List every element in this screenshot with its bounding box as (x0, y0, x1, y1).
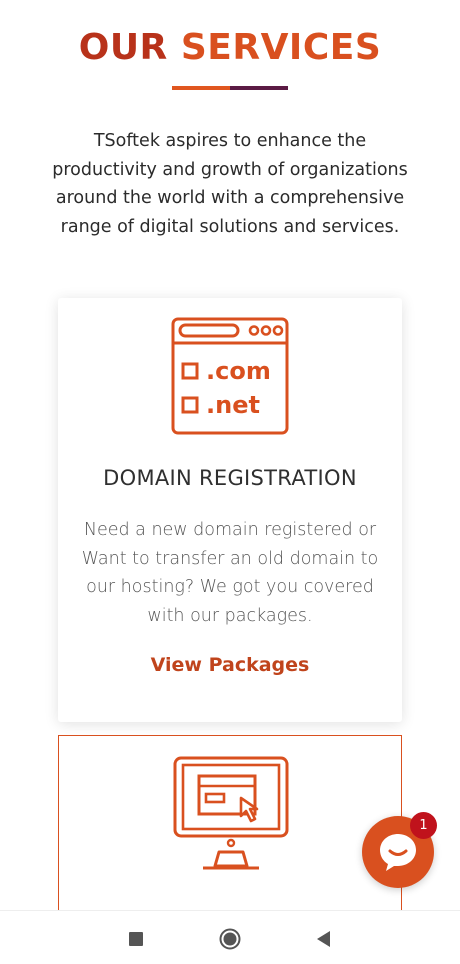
square-icon (129, 932, 143, 946)
view-packages-link[interactable]: View Packages (58, 654, 402, 676)
section-title-part2: SERVICES (180, 27, 382, 68)
domain-browser-icon: .com .net (170, 316, 290, 436)
icon-text-net: .net (206, 391, 260, 419)
section-intro: TSoftek aspires to enhance the productiv… (52, 131, 408, 237)
section-title: OUR SERVICES (0, 26, 460, 70)
monitor-click-icon (171, 754, 291, 874)
chat-notification-badge: 1 (410, 812, 437, 839)
section-title-part1: OUR (78, 27, 168, 68)
service-card-web-hosting (58, 735, 402, 935)
home-button[interactable] (218, 927, 242, 951)
system-navigation-bar (0, 910, 460, 964)
title-divider (172, 86, 288, 90)
chat-bubble-icon (380, 834, 416, 871)
triangle-back-icon (317, 931, 330, 947)
icon-text-com: .com (206, 357, 271, 385)
service-card-domain-registration: .com .net DOMAIN REGISTRATION Need a new… (58, 298, 402, 722)
card-description: Need a new domain registered or Want to … (81, 520, 379, 626)
recents-button[interactable] (124, 927, 148, 951)
circle-icon (219, 928, 241, 950)
card-title: DOMAIN REGISTRATION (103, 466, 357, 490)
back-button[interactable] (312, 927, 336, 951)
services-page: OUR SERVICES TSoftek aspires to enhance … (0, 0, 460, 964)
